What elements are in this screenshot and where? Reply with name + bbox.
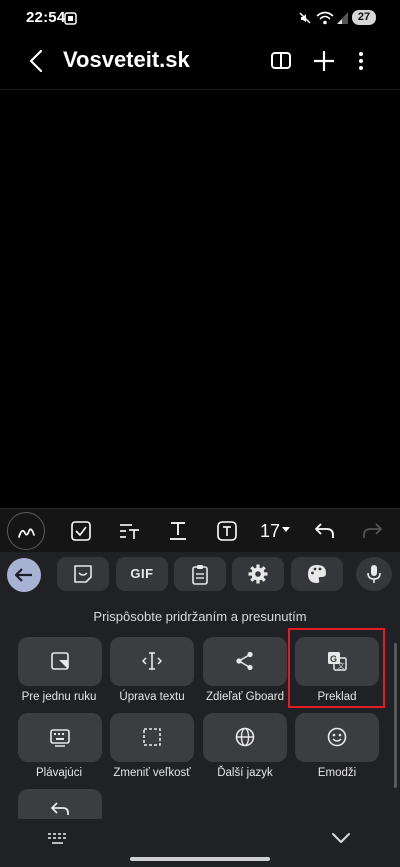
palette-icon [308,565,326,583]
gif-button[interactable]: GIF [116,557,168,591]
chevron-down-icon[interactable] [330,830,352,846]
text-align-icon[interactable] [118,520,140,542]
back-arrow-icon[interactable] [24,48,50,74]
format-toolbar: 17 [0,508,400,552]
clipboard-icon [192,565,208,585]
tile-share-gboard[interactable] [203,637,287,686]
pen-icon [18,528,35,538]
checkbox-icon[interactable] [70,520,92,542]
header-divider [0,89,400,90]
keyboard-switch-icon[interactable] [47,832,69,846]
one-hand-icon [51,652,69,670]
chevron-down-icon[interactable] [282,527,290,532]
tile-next-language[interactable] [203,713,287,762]
app-bar: Vosveteit.sk [0,36,400,86]
settings-button[interactable] [232,557,284,591]
home-indicator[interactable] [130,857,270,861]
tile-emoji[interactable] [295,713,379,762]
text-cursor-icon [141,652,163,670]
clipboard-button[interactable] [174,557,226,591]
font-size-value[interactable]: 17 [260,521,280,542]
more-vert-icon[interactable] [348,48,374,74]
gif-label: GIF [130,566,154,581]
mic-icon [367,565,381,583]
status-bar: 22:54 27 [0,0,400,36]
pen-button[interactable] [7,512,45,550]
tile-one-hand[interactable] [18,637,102,686]
tile-text-edit[interactable] [110,637,194,686]
scrollbar[interactable] [394,643,397,788]
back-icon [14,568,32,582]
undo-icon[interactable] [313,520,335,542]
keyboard-toolbar: GIF [0,552,400,598]
battery-indicator: 27 [352,10,376,25]
sticker-icon [74,565,92,583]
tile-resize[interactable] [110,713,194,762]
text-box-icon[interactable] [216,520,238,542]
globe-icon [235,727,255,747]
status-time: 22:54 [26,9,66,26]
floating-keyboard-icon [50,729,70,747]
settings-icon [248,564,268,584]
page-title: Vosveteit.sk [63,47,190,72]
plus-icon[interactable] [311,48,337,74]
tile-label: Emodži [317,767,357,779]
wifi-icon [316,11,334,25]
undo-icon [51,802,69,815]
customize-hint: Prispôsobte pridržaním a presunutím [93,609,307,624]
tile-floating[interactable] [18,713,102,762]
tile-undo[interactable] [18,789,102,819]
keyboard-panel: GIF [0,552,400,867]
sticker-button[interactable] [57,557,109,591]
screenshot-icon [64,12,77,25]
keyboard-back-button[interactable] [7,558,41,592]
signal-icon [337,12,348,24]
voice-input-button[interactable] [356,557,392,591]
emoji-icon [327,727,347,747]
highlight-box [288,628,385,708]
underline-text-icon[interactable] [167,520,189,542]
mute-icon [299,12,311,24]
share-icon [236,651,253,671]
resize-icon [143,728,161,746]
theme-button[interactable] [291,557,343,591]
book-icon[interactable] [268,48,294,74]
redo-icon[interactable] [362,520,384,542]
